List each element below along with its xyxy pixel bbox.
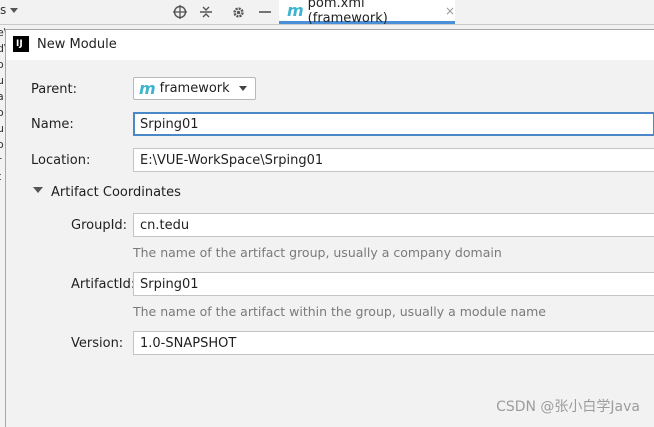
chevron-down-icon[interactable] (10, 8, 18, 13)
ide-toolbar: s m pom.xml (framework) × (0, 0, 654, 26)
artifactid-field[interactable] (133, 272, 654, 296)
watermark: CSDN @张小白学Java (496, 399, 640, 415)
version-field[interactable] (133, 331, 654, 355)
dialog-title: New Module (37, 37, 117, 52)
artifactid-hint: The name of the artifact within the grou… (133, 304, 546, 319)
parent-label: Parent: (31, 82, 77, 97)
version-label: Version: (71, 336, 124, 351)
artifactid-label: ArtifactId: (71, 277, 136, 292)
tab-label: pom.xml (framework) (307, 0, 388, 26)
groupid-hint: The name of the artifact group, usually … (133, 245, 502, 260)
parent-select[interactable]: m framework (133, 77, 256, 100)
gear-icon[interactable] (229, 3, 247, 21)
parent-select-value: framework (159, 81, 230, 96)
collapse-section-icon[interactable] (33, 187, 43, 193)
groupid-field[interactable] (133, 213, 654, 237)
maven-m-icon: m (139, 78, 156, 98)
name-field[interactable] (133, 112, 654, 136)
name-label: Name: (31, 117, 74, 132)
tab-pom-xml[interactable]: m pom.xml (framework) × (279, 0, 455, 26)
location-label: Location: (31, 153, 91, 168)
intellij-logo-icon: IJ (13, 36, 29, 52)
groupid-label: GroupId: (71, 218, 128, 233)
close-icon[interactable]: × (445, 4, 455, 18)
target-icon[interactable] (171, 3, 189, 21)
maven-m-icon: m (287, 0, 304, 20)
toolbar-left-text: s (0, 3, 7, 17)
artifact-section-title[interactable]: Artifact Coordinates (51, 185, 181, 200)
chevron-down-icon (239, 86, 247, 91)
new-module-dialog: IJ New Module Parent: m framework Name: … (5, 29, 654, 427)
minimize-icon[interactable] (256, 3, 274, 21)
collapse-icon[interactable] (197, 3, 215, 21)
location-field[interactable] (133, 148, 654, 172)
dialog-title-bar[interactable]: IJ New Module (6, 30, 654, 60)
